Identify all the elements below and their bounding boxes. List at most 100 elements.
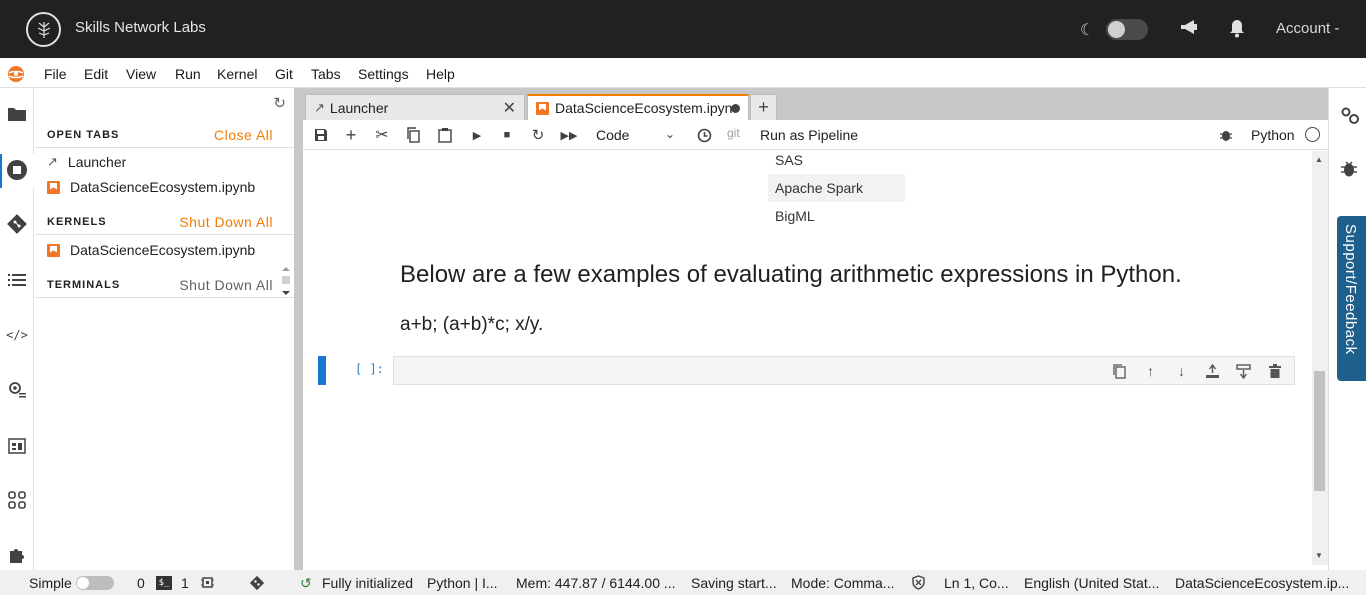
- components-icon[interactable]: [5, 488, 29, 512]
- panel-splitter[interactable]: [294, 88, 303, 570]
- run-as-pipeline-button[interactable]: Run as Pipeline: [760, 127, 858, 143]
- save-icon[interactable]: [312, 127, 330, 143]
- close-icon[interactable]: ✕: [503, 98, 516, 118]
- insert-cell-icon[interactable]: +: [342, 125, 360, 145]
- stop-icon[interactable]: ■: [498, 127, 516, 143]
- shut-down-all-terminals-button[interactable]: Shut Down All: [179, 277, 273, 293]
- menu-file[interactable]: File: [44, 66, 67, 82]
- account-label: Account: [1276, 20, 1331, 37]
- insert-above-icon[interactable]: [1203, 362, 1222, 380]
- cut-icon[interactable]: ✂: [373, 127, 391, 144]
- chevron-down-icon[interactable]: ⌄: [665, 127, 675, 141]
- shut-down-all-kernels-button[interactable]: Shut Down All: [179, 214, 273, 230]
- open-tab-label: DataScienceEcosystem.ipynb: [70, 179, 256, 195]
- folder-icon[interactable]: [5, 102, 29, 126]
- running-sessions-icon[interactable]: [5, 158, 29, 182]
- simple-mode-toggle[interactable]: [76, 576, 114, 590]
- unsaved-dot-icon[interactable]: [731, 103, 740, 113]
- jupyter-logo-icon: [6, 65, 26, 88]
- run-icon[interactable]: ▶: [468, 127, 486, 143]
- tab-label: DataScienceEcosystem.ipyn: [555, 100, 733, 116]
- activity-bar: </>: [0, 88, 34, 570]
- open-tabs-header: OPEN TABS Close All: [35, 122, 294, 148]
- dark-mode-toggle[interactable]: [1106, 19, 1148, 40]
- fast-forward-icon[interactable]: ▶▶: [560, 127, 578, 143]
- menu-settings[interactable]: Settings: [358, 66, 409, 82]
- panel-scrollbar[interactable]: [280, 265, 292, 299]
- cell-type-select[interactable]: Code: [596, 127, 629, 143]
- code-snippets-icon[interactable]: </>: [5, 323, 29, 347]
- close-all-button[interactable]: Close All: [214, 127, 273, 143]
- menu-git[interactable]: Git: [275, 66, 293, 82]
- open-tab-item-notebook[interactable]: DataScienceEcosystem.ipynb: [47, 179, 255, 195]
- brand-name: Skills Network Labs: [75, 19, 206, 36]
- scrollbar-thumb[interactable]: [1314, 371, 1325, 491]
- bell-icon[interactable]: [1228, 18, 1246, 43]
- menu-help[interactable]: Help: [426, 66, 455, 82]
- cursor-position[interactable]: Ln 1, Co...: [944, 575, 1009, 591]
- cell-toolbar: ↑ ↓: [1110, 362, 1284, 380]
- extension-panel-icon[interactable]: [5, 433, 29, 457]
- open-tabs-title: OPEN TABS: [47, 129, 120, 141]
- running-panel: ↻ OPEN TABS Close All ↗ Launcher DataSci…: [35, 88, 294, 570]
- tab-label: Launcher: [329, 99, 389, 116]
- menu-run[interactable]: Run: [175, 66, 201, 82]
- menu-edit[interactable]: Edit: [84, 66, 108, 82]
- kernels-title: KERNELS: [47, 216, 107, 228]
- menu-kernel[interactable]: Kernel: [217, 66, 257, 82]
- markdown-heading: Below are a few examples of evaluating a…: [400, 261, 1182, 288]
- kernel-label: DataScienceEcosystem.ipynb: [70, 242, 256, 258]
- debugger-icon[interactable]: [1340, 160, 1358, 183]
- tab-notebook[interactable]: DataScienceEcosystem.ipyn: [527, 94, 749, 120]
- puzzle-icon[interactable]: [5, 543, 29, 567]
- megaphone-icon[interactable]: [1179, 18, 1199, 41]
- git-diff-button[interactable]: git: [727, 126, 740, 140]
- notebook-scrollbar[interactable]: ▲ ▼: [1312, 151, 1328, 565]
- open-tab-label: Launcher: [67, 154, 127, 170]
- skills-network-logo-icon[interactable]: [26, 12, 61, 47]
- open-tab-item-launcher[interactable]: ↗ Launcher: [47, 154, 126, 170]
- move-up-icon[interactable]: ↑: [1141, 362, 1160, 380]
- add-tab-button[interactable]: +: [750, 94, 777, 120]
- menu-view[interactable]: View: [126, 66, 156, 82]
- support-feedback-label: Support/Feedback: [1342, 224, 1359, 355]
- kernel-info[interactable]: Python | I...: [427, 575, 498, 591]
- kernels-count[interactable]: 1: [181, 575, 189, 591]
- scroll-down-icon[interactable]: ▼: [1315, 551, 1323, 560]
- document-tab-bar: ↗ Launcher ✕ DataScienceEcosystem.ipyn +: [303, 88, 1328, 120]
- launcher-icon: ↗: [314, 99, 325, 115]
- notebook-icon: [536, 101, 549, 115]
- paste-icon[interactable]: [436, 127, 454, 143]
- duplicate-cell-icon[interactable]: [1110, 362, 1129, 380]
- copy-icon[interactable]: [404, 127, 422, 143]
- property-settings-icon[interactable]: [1340, 106, 1360, 131]
- terminal-icon[interactable]: $_: [156, 576, 172, 590]
- property-inspector-icon[interactable]: [5, 378, 29, 402]
- trusted-icon[interactable]: [911, 575, 926, 593]
- delete-cell-icon[interactable]: [1265, 362, 1284, 380]
- terminals-count[interactable]: 0: [137, 575, 145, 591]
- scroll-up-icon[interactable]: ▲: [1315, 155, 1323, 164]
- menu-tabs[interactable]: Tabs: [311, 66, 341, 82]
- kernel-chip-icon[interactable]: [200, 575, 215, 593]
- restart-icon[interactable]: ↻: [529, 127, 547, 144]
- debugger-icon[interactable]: [1217, 127, 1235, 143]
- insert-below-icon[interactable]: [1234, 362, 1253, 380]
- git-icon[interactable]: [5, 212, 29, 236]
- code-cell-editor[interactable]: ↑ ↓: [393, 356, 1295, 385]
- refresh-icon[interactable]: ↻: [273, 94, 286, 112]
- table-of-contents-icon[interactable]: [5, 268, 29, 292]
- git-status-icon[interactable]: [248, 574, 266, 595]
- move-down-icon[interactable]: ↓: [1172, 362, 1191, 380]
- kernel-name[interactable]: Python: [1251, 127, 1295, 143]
- account-menu[interactable]: Account -: [1276, 20, 1339, 37]
- support-feedback-tab[interactable]: Support/Feedback: [1337, 216, 1366, 381]
- notebook-mode[interactable]: Mode: Comma...: [791, 575, 894, 591]
- tab-launcher[interactable]: ↗ Launcher ✕: [305, 94, 525, 120]
- kernel-item-notebook[interactable]: DataScienceEcosystem.ipynb: [47, 242, 255, 258]
- clock-icon[interactable]: [695, 127, 713, 143]
- notebook-panel: SAS Apache Spark BigML Below are a few e…: [303, 151, 1312, 565]
- saving-status: Saving start...: [691, 575, 777, 591]
- menu-bar: File Edit View Run Kernel Git Tabs Setti…: [0, 58, 1366, 88]
- language-selector[interactable]: English (United Stat...: [1024, 575, 1159, 591]
